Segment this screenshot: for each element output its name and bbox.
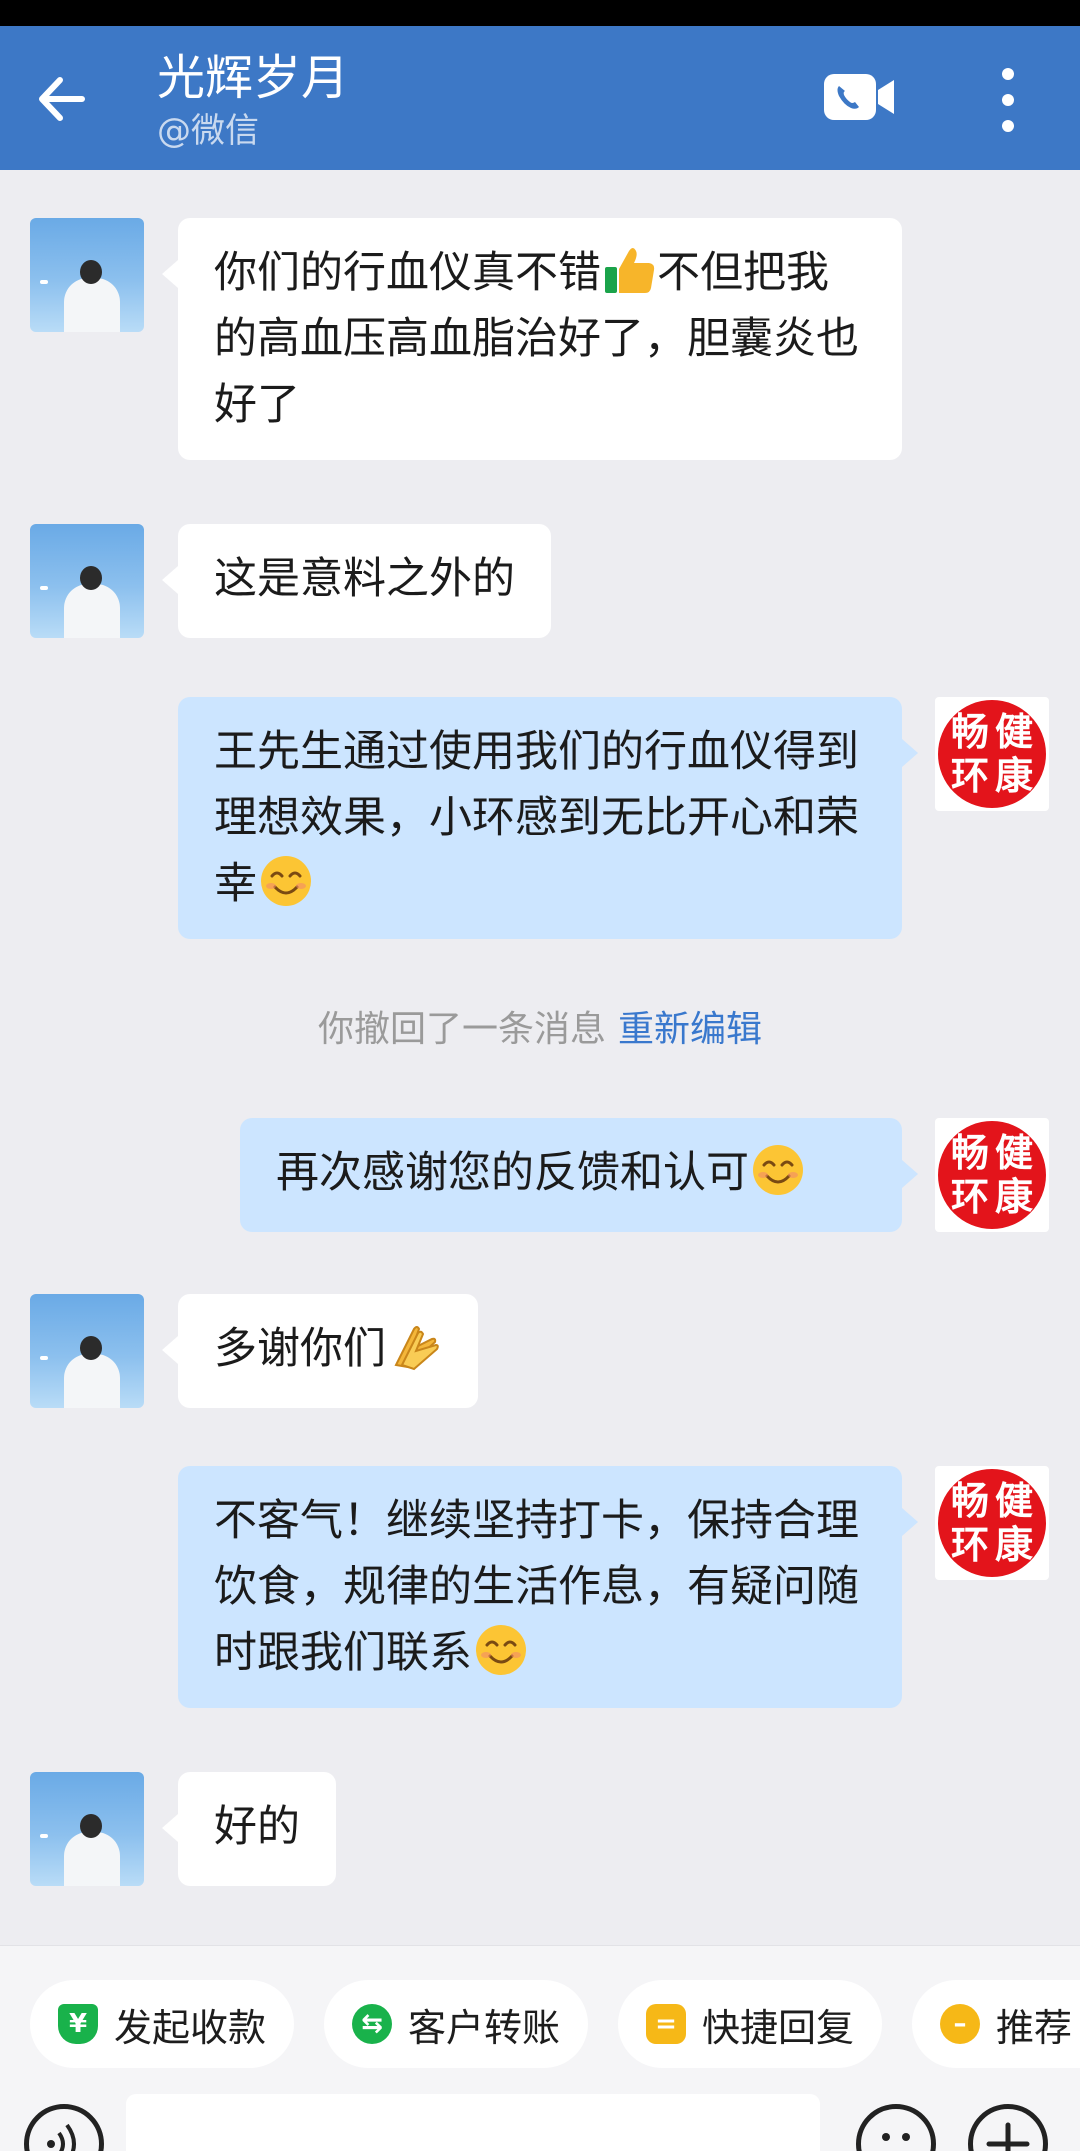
video-call-button[interactable] <box>822 70 898 126</box>
recall-text: 你撤回了一条消息 <box>317 1009 606 1050</box>
brand-avatar-text: 畅环 <box>950 1479 989 1567</box>
pray-hands-icon <box>394 1326 439 1371</box>
voice-icon <box>47 2123 76 2151</box>
more-options-button[interactable] <box>990 64 1026 136</box>
more-vertical-icon <box>1002 68 1014 132</box>
re-edit-link[interactable]: 重新编辑 <box>618 1009 762 1050</box>
message-text: 这是意料之外的 <box>214 554 515 604</box>
recall-notice: 你撤回了一条消息 重新编辑 <box>0 1005 1080 1055</box>
brand-avatar-text: 健康 <box>994 710 1033 798</box>
chip-initiate-payment[interactable]: ¥ 发起收款 <box>30 1980 295 2068</box>
message-bubble-incoming[interactable]: 你们的行血仪真不错 不但把我的高血压高血脂治好了，胆囊炎也好了 <box>162 218 902 460</box>
smile-icon <box>261 856 311 906</box>
message-text: 你们的行血仪真不错 <box>214 248 601 298</box>
back-button[interactable] <box>30 66 96 132</box>
arrow-left-icon <box>39 77 85 121</box>
input-toolbar: ¥ 发起收款 ⇆ 客户转账 = 快捷回复 – 推荐 <box>0 1945 1080 2151</box>
brand-avatar-text: 健康 <box>994 1479 1033 1567</box>
chip-label: 快捷回复 <box>702 2005 855 2050</box>
transfer-icon: ⇆ <box>352 2004 392 2044</box>
contact-avatar[interactable] <box>30 1772 144 1886</box>
brand-avatar[interactable]: 畅环 健康 <box>935 697 1049 811</box>
chip-label: 发起收款 <box>114 2005 267 2050</box>
plus-icon <box>986 2122 1030 2151</box>
message-text: 不客气！继续坚持打卡，保持合理饮食，规律的生活作息，有疑问随时跟我们联系 <box>214 1496 859 1678</box>
more-actions-button[interactable] <box>968 2104 1048 2151</box>
message-bubble-outgoing[interactable]: 王先生通过使用我们的行血仪得到理想效果，小环感到无比开心和荣幸 <box>178 697 918 939</box>
brand-avatar[interactable]: 畅环 健康 <box>935 1466 1049 1580</box>
message-text: 再次感谢您的反馈和认可 <box>276 1148 749 1198</box>
quick-reply-icon: = <box>646 2004 686 2044</box>
emoji-face-icon <box>882 2133 910 2141</box>
chip-quick-reply[interactable]: = 快捷回复 <box>618 1980 883 2068</box>
brand-avatar-text: 畅环 <box>950 710 989 798</box>
message-text: 多谢你们 <box>214 1324 386 1374</box>
message-bubble-outgoing[interactable]: 再次感谢您的反馈和认可 <box>240 1118 918 1232</box>
chip-customer-transfer[interactable]: ⇆ 客户转账 <box>324 1980 589 2068</box>
status-bar <box>0 0 1080 26</box>
contact-avatar[interactable] <box>30 524 144 638</box>
contact-avatar[interactable] <box>30 218 144 332</box>
chat-title: 光辉岁月 <box>157 50 350 106</box>
video-phone-icon <box>824 74 894 120</box>
yen-shield-icon: ¥ <box>58 2004 98 2044</box>
smile-icon <box>476 1625 526 1675</box>
message-list[interactable]: 你们的行血仪真不错 不但把我的高血压高血脂治好了，胆囊炎也好了 这是意料之外的 … <box>0 170 1080 1945</box>
chip-recommend[interactable]: – 推荐 <box>912 1980 1080 2068</box>
chip-label: 推荐 <box>996 2005 1073 2050</box>
brand-avatar-text: 畅环 <box>950 1131 989 1219</box>
message-bubble-incoming[interactable]: 好的 <box>162 1772 336 1886</box>
message-bubble-incoming[interactable]: 多谢你们 <box>162 1294 478 1408</box>
voice-input-button[interactable] <box>24 2104 104 2151</box>
chip-label: 客户转账 <box>408 2005 561 2050</box>
message-text: 好的 <box>214 1802 300 1852</box>
message-bubble-outgoing[interactable]: 不客气！继续坚持打卡，保持合理饮食，规律的生活作息，有疑问随时跟我们联系 <box>178 1466 918 1708</box>
chat-subtitle: @微信 <box>157 111 259 151</box>
smile-icon <box>753 1145 803 1195</box>
emoji-button[interactable] <box>856 2104 936 2151</box>
message-input[interactable] <box>126 2094 820 2151</box>
chat-header: 光辉岁月 @微信 <box>0 26 1080 170</box>
thumbs-up-icon <box>605 248 655 293</box>
recommend-icon: – <box>940 2004 980 2044</box>
message-bubble-incoming[interactable]: 这是意料之外的 <box>162 524 551 638</box>
brand-avatar[interactable]: 畅环 健康 <box>935 1118 1049 1232</box>
brand-avatar-text: 健康 <box>994 1131 1033 1219</box>
contact-avatar[interactable] <box>30 1294 144 1408</box>
